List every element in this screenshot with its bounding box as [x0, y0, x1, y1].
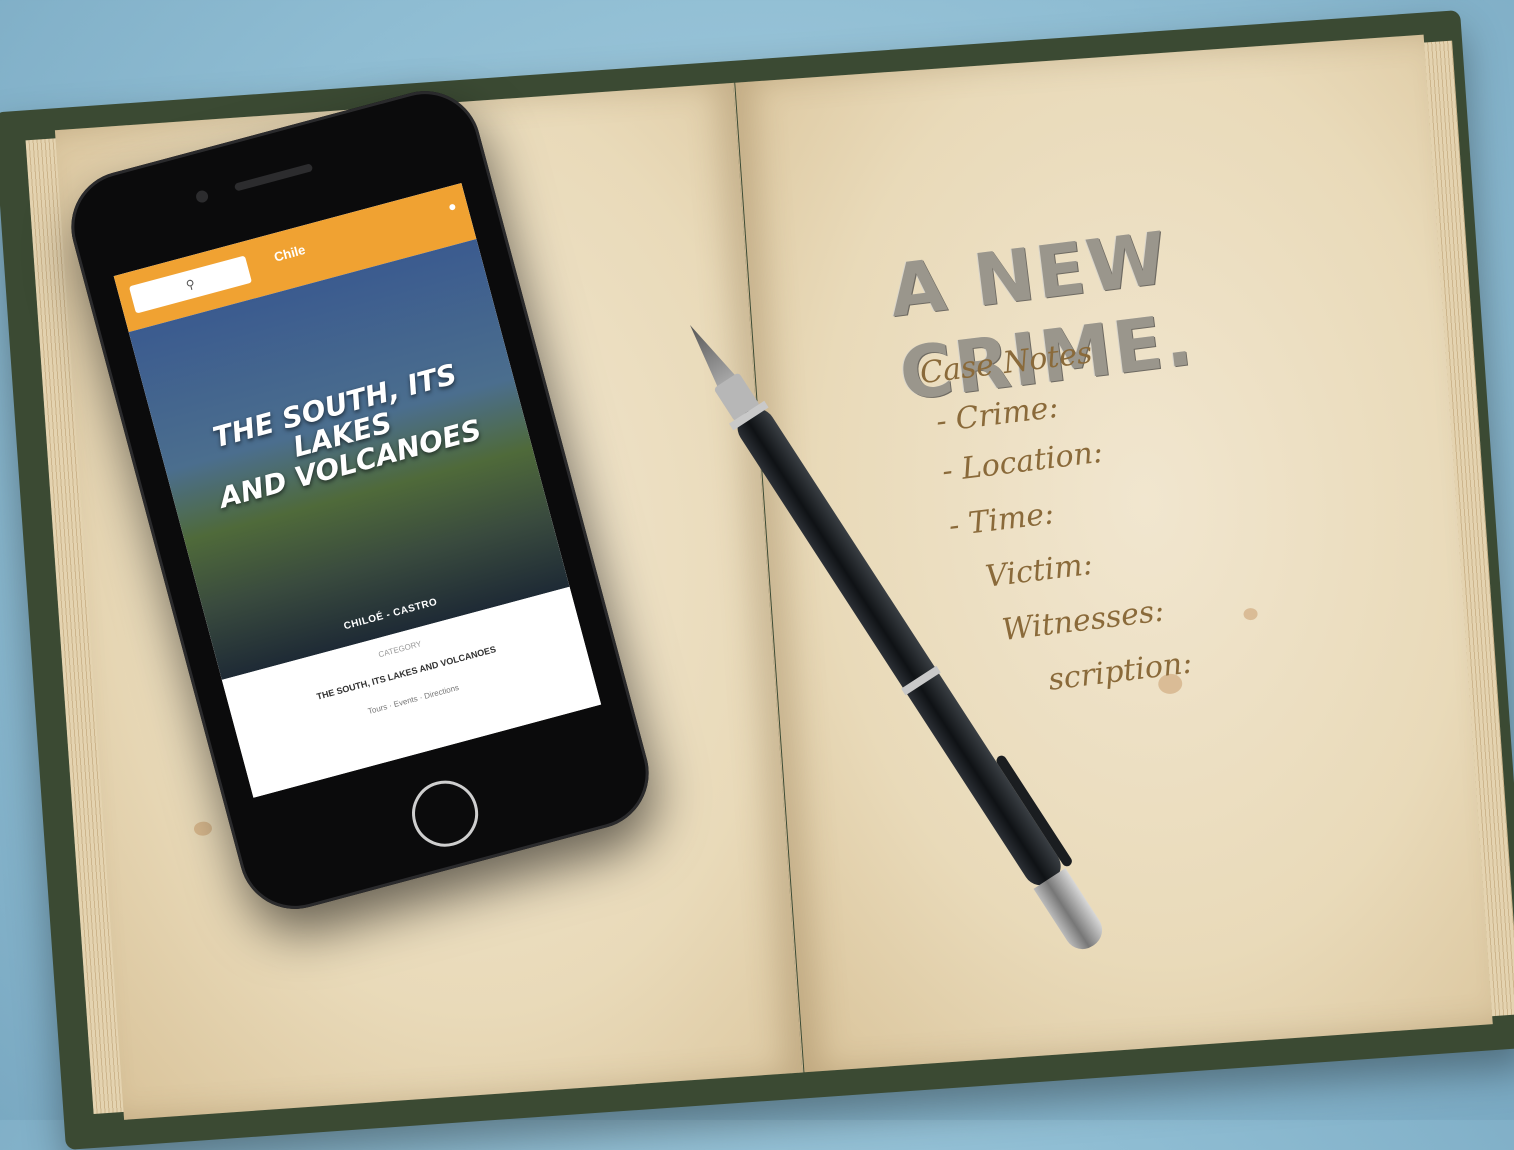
hero-title: THE SOUTH, ITS LAKES AND VOLCANOES — [186, 353, 499, 518]
speaker-grille — [233, 163, 314, 192]
brand-logo[interactable]: Chile — [272, 242, 307, 265]
menu-icon[interactable] — [448, 203, 457, 211]
handwritten-notes: A NEW CRIME. Case Notes - Crime: - Locat… — [880, 149, 1440, 726]
home-button[interactable] — [404, 773, 486, 855]
note-line: Victim: — [983, 546, 1095, 595]
note-line: scription: — [1046, 645, 1195, 698]
note-line: - Location: — [940, 434, 1105, 490]
camera-icon — [194, 189, 210, 204]
note-line: - Time: — [946, 496, 1057, 544]
note-line: Witnesses: — [1000, 593, 1167, 649]
photo-scene: A NEW CRIME. Case Notes - Crime: - Locat… — [0, 0, 1514, 1150]
stain — [193, 821, 213, 837]
